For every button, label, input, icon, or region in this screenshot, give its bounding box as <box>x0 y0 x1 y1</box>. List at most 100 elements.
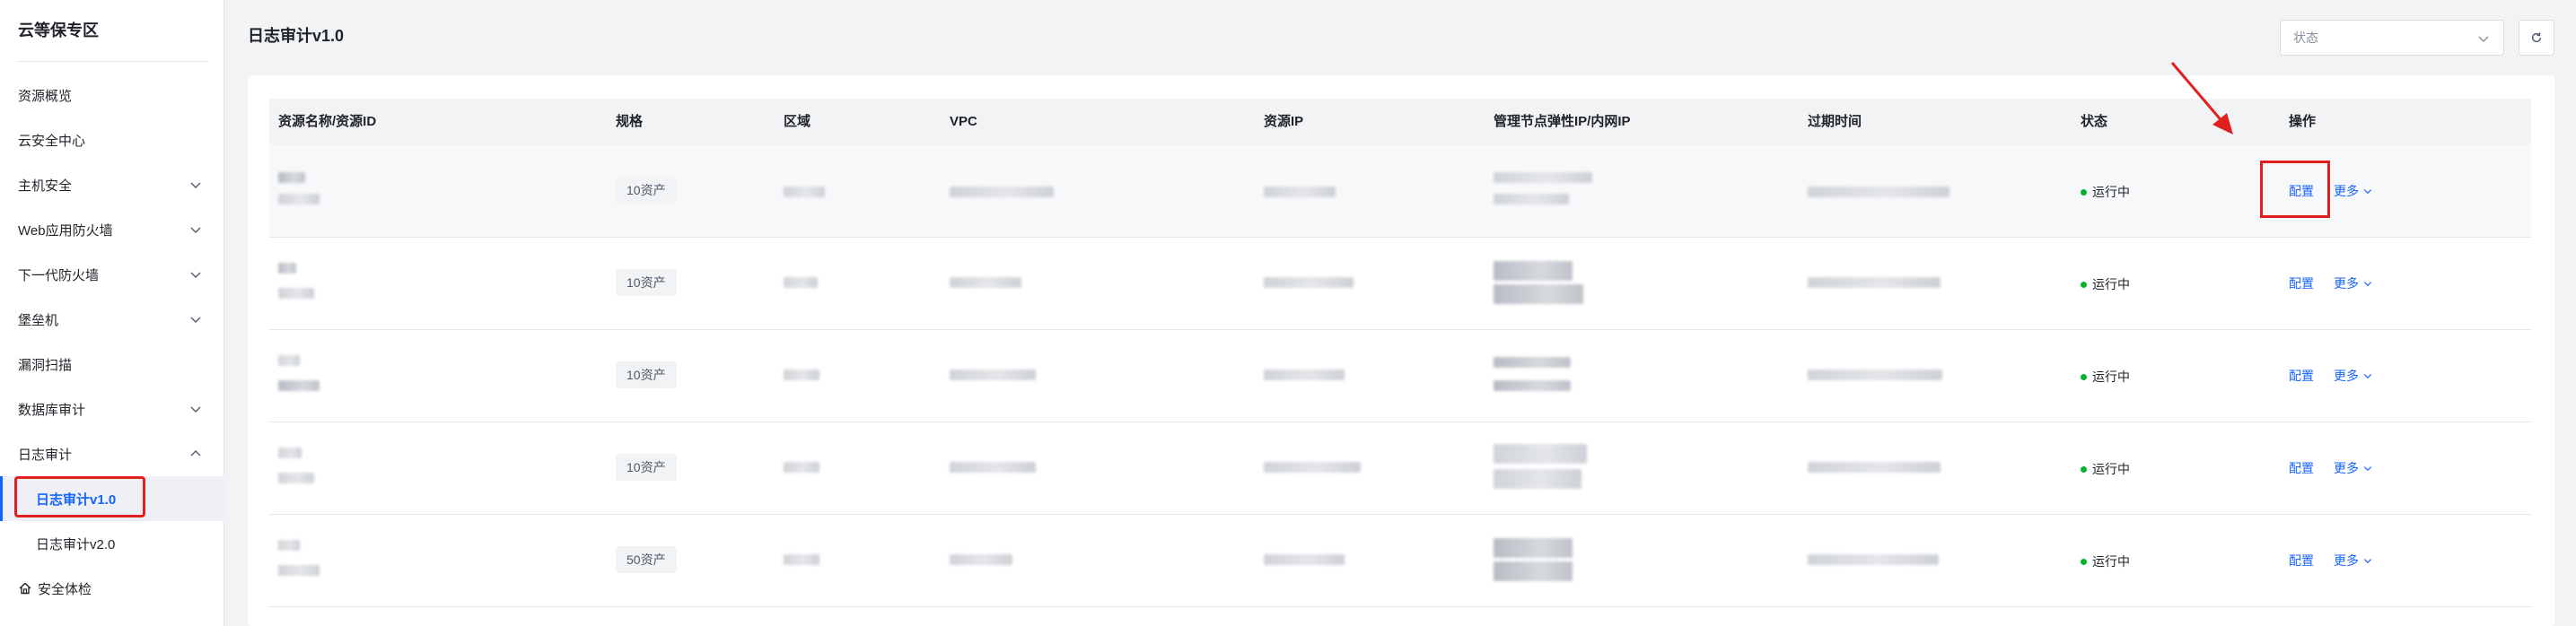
more-dropdown[interactable]: 更多 <box>2334 274 2373 292</box>
redacted-text <box>1264 462 1361 473</box>
redacted-text <box>1494 561 1573 581</box>
chevron-down-icon <box>2478 36 2489 42</box>
status-running: 运行中 <box>2081 552 2130 570</box>
redacted-text <box>1808 277 1941 288</box>
chevron-down-icon <box>2363 189 2372 195</box>
redacted-text <box>1494 538 1573 558</box>
spec-tag: 50资产 <box>616 546 677 573</box>
sidebar-item-label: 堡垒机 <box>18 312 59 328</box>
sidebar-item-waf[interactable]: Web应用防火墙 <box>0 207 224 252</box>
sidebar-item-log-audit-v1[interactable]: 日志审计v1.0 <box>0 476 224 521</box>
sidebar-item-vuln-scan[interactable]: 漏洞扫描 <box>0 342 224 387</box>
spec-tag: 10资产 <box>616 361 677 388</box>
table-header: 资源名称/资源ID 规格 区域 VPC 资源IP 管理节点弹性IP/内网IP 过… <box>269 99 2531 145</box>
sidebar-item-label: 日志审计v1.0 <box>36 491 117 508</box>
config-link[interactable]: 配置 <box>2289 182 2314 200</box>
sidebar-item-label: 日志审计v2.0 <box>36 536 116 552</box>
sidebar-item-label: Web应用防火墙 <box>18 222 113 239</box>
refresh-button[interactable] <box>2519 20 2554 56</box>
table-header-cell: VPC <box>950 114 977 129</box>
sidebar-item-label: 数据库审计 <box>18 402 86 418</box>
table-header-cell: 区域 <box>784 114 811 129</box>
config-link[interactable]: 配置 <box>2289 274 2314 292</box>
redacted-text <box>1808 554 1939 565</box>
app-title: 云等保专区 <box>18 22 99 39</box>
redacted-text <box>1494 172 1592 183</box>
spec-tag: 10资产 <box>616 269 677 296</box>
sidebar-item-security-check[interactable]: 安全体检 <box>0 566 224 611</box>
more-dropdown[interactable]: 更多 <box>2334 459 2373 477</box>
sidebar-item-label: 安全体检 <box>38 581 92 597</box>
spec-tag: 10资产 <box>616 177 677 204</box>
chevron-down-icon <box>190 182 201 188</box>
redacted-text <box>278 194 320 204</box>
home-icon <box>19 582 31 595</box>
table-header-cell: 状态 <box>2081 114 2108 129</box>
redacted-text <box>1264 277 1354 288</box>
sidebar-item-bastion[interactable]: 堡垒机 <box>0 297 224 342</box>
sidebar-item-resource-overview[interactable]: 资源概览 <box>0 73 224 117</box>
more-label: 更多 <box>2334 553 2359 568</box>
redacted-text <box>278 263 296 274</box>
redacted-text <box>950 554 1012 565</box>
redacted-text <box>1808 462 1941 473</box>
redacted-text <box>950 462 1036 473</box>
redacted-text <box>1494 284 1583 304</box>
redacted-text <box>1264 187 1336 197</box>
table-header-cell: 操作 <box>2289 114 2317 129</box>
sidebar-item-log-audit[interactable]: 日志审计 <box>0 431 224 476</box>
redacted-text <box>278 288 314 299</box>
sidebar-item-label: 下一代防火墙 <box>18 267 100 283</box>
table-row: 10资产 运行中 配置 更多 <box>269 238 2531 330</box>
status-label: 运行中 <box>2092 462 2130 476</box>
table-header-cell: 资源名称/资源ID <box>278 114 377 129</box>
config-link[interactable]: 配置 <box>2289 459 2314 477</box>
page-title: 日志审计v1.0 <box>248 27 345 45</box>
redacted-text <box>1808 370 1942 380</box>
sidebar-item-log-audit-v2[interactable]: 日志审计v2.0 <box>0 521 224 566</box>
spec-tag: 10资产 <box>616 454 677 481</box>
status-dot <box>2081 465 2087 473</box>
status-filter-placeholder: 状态 <box>2293 30 2318 45</box>
table-header-cell: 过期时间 <box>1808 114 1862 129</box>
sidebar-item-host-security[interactable]: 主机安全 <box>0 162 224 207</box>
chevron-up-icon <box>190 450 201 456</box>
redacted-text <box>1494 261 1573 281</box>
table-row: 10资产 运行中 配置 更多 <box>269 145 2531 238</box>
sidebar-item-label: 主机安全 <box>18 178 73 194</box>
redacted-text <box>278 540 300 551</box>
sidebar-item-db-audit[interactable]: 数据库审计 <box>0 387 224 431</box>
sidebar-item-label: 资源概览 <box>18 88 73 104</box>
status-label: 运行中 <box>2092 554 2130 569</box>
config-link[interactable]: 配置 <box>2289 552 2314 569</box>
redacted-text <box>950 370 1036 380</box>
redacted-text <box>278 448 302 458</box>
redacted-text <box>950 187 1054 197</box>
status-label: 运行中 <box>2092 277 2130 291</box>
table-row: 10资产 运行中 配置 更多 <box>269 422 2531 515</box>
status-dot <box>2081 373 2087 380</box>
status-filter-select[interactable]: 状态 <box>2280 20 2504 56</box>
more-dropdown[interactable]: 更多 <box>2334 182 2373 200</box>
config-link[interactable]: 配置 <box>2289 367 2314 385</box>
sidebar-menu: 资源概览 云安全中心 主机安全 Web应用防火墙 下一代防火墙 堡垒机 漏洞扫描… <box>0 73 224 611</box>
sidebar-item-label: 云安全中心 <box>18 133 86 149</box>
more-dropdown[interactable]: 更多 <box>2334 367 2373 385</box>
sidebar-item-ngfw[interactable]: 下一代防火墙 <box>0 252 224 297</box>
redacted-text <box>278 355 300 366</box>
redacted-text <box>784 370 819 380</box>
chevron-down-icon <box>2363 282 2372 287</box>
redacted-text <box>1494 380 1571 391</box>
redacted-text <box>1494 444 1587 464</box>
sidebar-divider <box>18 61 208 62</box>
redacted-text <box>1264 554 1345 565</box>
redacted-text <box>1494 469 1582 489</box>
status-dot <box>2081 188 2087 196</box>
more-dropdown[interactable]: 更多 <box>2334 552 2373 569</box>
chevron-down-icon <box>190 272 201 278</box>
sidebar-item-cloud-security-center[interactable]: 云安全中心 <box>0 117 224 162</box>
redacted-text <box>784 462 819 473</box>
table-row: 10资产 运行中 配置 更多 <box>269 330 2531 422</box>
redacted-text <box>278 380 320 391</box>
chevron-down-icon <box>2363 374 2372 379</box>
